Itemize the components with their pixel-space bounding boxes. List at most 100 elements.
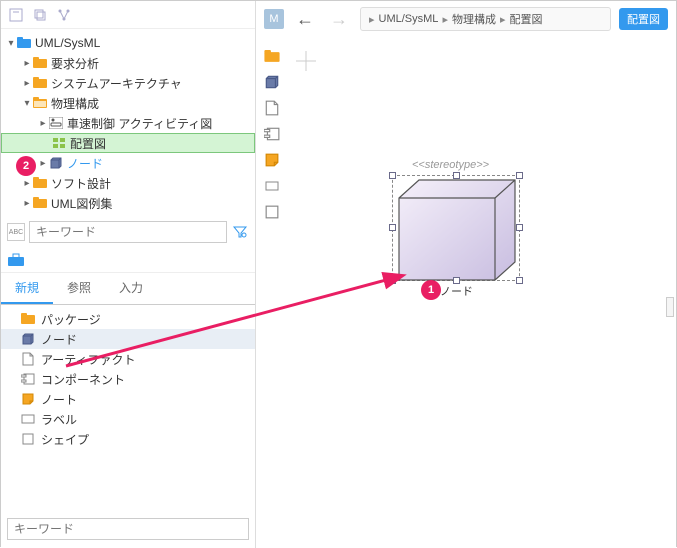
breadcrumb-item[interactable]: 物理構成 <box>452 11 496 27</box>
collapse-icon[interactable] <box>7 6 25 24</box>
tree-item-softdesign[interactable]: ▸ ソフト設計 <box>1 173 255 193</box>
palette-list: パッケージ ノード アーティファクト コンポーネント ノート <box>1 305 255 453</box>
palette-folder-icon[interactable] <box>262 47 282 65</box>
nav-back-icon[interactable]: ← <box>292 9 318 30</box>
left-toolbar <box>1 1 255 29</box>
palette-item-node[interactable]: ノード <box>1 329 255 349</box>
component-icon <box>21 372 35 386</box>
canvas-palette <box>262 47 286 221</box>
palette-tabs: 新規 参照 入力 <box>1 273 255 305</box>
document-icon <box>21 352 35 366</box>
tree-item-sysarch[interactable]: ▸ システムアーキテクチャ <box>1 73 255 93</box>
cuboid-icon <box>49 157 63 169</box>
mid-toolbar <box>1 247 255 273</box>
stereotype-label: <<stereotype>> <box>412 159 489 171</box>
tab-reference[interactable]: 参照 <box>53 273 105 304</box>
expander-icon[interactable]: ▾ <box>21 98 33 109</box>
expander-icon[interactable]: ▸ <box>21 178 33 189</box>
tree-search-input[interactable] <box>29 221 227 243</box>
palette-label: コンポーネント <box>41 371 125 388</box>
folder-icon <box>33 77 47 89</box>
palette-item-package[interactable]: パッケージ <box>1 309 255 329</box>
tree-item-node[interactable]: ▸ ノード <box>1 153 255 173</box>
label-icon <box>21 412 35 426</box>
tree-label: UML図例集 <box>51 195 112 212</box>
tab-new[interactable]: 新規 <box>1 273 53 304</box>
folder-icon <box>33 57 47 69</box>
palette-label-icon[interactable] <box>262 177 282 195</box>
callout-2: 2 <box>16 156 36 176</box>
breadcrumb-item[interactable]: 配置図 <box>510 11 543 27</box>
palette-item-shape[interactable]: シェイプ <box>1 429 255 449</box>
palette-label: アーティファクト <box>41 351 136 368</box>
shape-icon <box>21 432 35 446</box>
tree-item-physical[interactable]: ▾ 物理構成 <box>1 93 255 113</box>
tree-item-requirements[interactable]: ▸ 要求分析 <box>1 53 255 73</box>
canvas[interactable]: <<stereotype>> <box>256 37 676 548</box>
expander-icon[interactable]: ▸ <box>37 158 49 169</box>
filter-icon[interactable] <box>231 223 249 241</box>
breadcrumb-item[interactable]: UML/SysML <box>379 13 439 25</box>
node-shape[interactable]: <<stereotype>> <box>392 175 522 295</box>
palette-search-input[interactable] <box>7 518 249 540</box>
expander-icon[interactable]: ▸ <box>21 198 33 209</box>
palette-label: シェイプ <box>41 431 89 448</box>
diagram-type-badge[interactable]: 配置図 <box>619 8 668 30</box>
nav-forward-icon: → <box>326 9 352 30</box>
node-label: ノード <box>440 283 473 299</box>
tree-item-activity[interactable]: ▸ 車速制御 アクティビティ図 <box>1 113 255 133</box>
tree-item-examples[interactable]: ▸ UML図例集 <box>1 193 255 213</box>
tree-label: 物理構成 <box>51 95 99 112</box>
project-icon <box>17 37 31 49</box>
palette-item-label[interactable]: ラベル <box>1 409 255 429</box>
tree-label: ソフト設計 <box>51 175 111 192</box>
tab-input[interactable]: 入力 <box>105 273 157 304</box>
palette-shape-icon[interactable] <box>262 203 282 221</box>
palette-label: ラベル <box>41 411 77 428</box>
model-tree: ▾ UML/SysML ▸ 要求分析 ▸ システムアーキテクチャ ▾ 物理構成 … <box>1 29 255 217</box>
toolbox-icon[interactable] <box>7 251 25 269</box>
note-icon <box>21 392 35 406</box>
folder-icon <box>21 312 35 326</box>
deployment-icon <box>52 137 66 149</box>
palette-note-icon[interactable] <box>262 151 282 169</box>
expander-icon[interactable]: ▾ <box>5 38 17 49</box>
model-badge[interactable]: M <box>264 9 284 29</box>
tree-root-label: UML/SysML <box>35 36 100 50</box>
canvas-header: M ← → ▸ UML/SysML ▸ 物理構成 ▸ 配置図 配置図 <box>256 1 676 37</box>
abc-icon[interactable]: ABC <box>7 223 25 241</box>
tree-search: ABC <box>1 217 255 247</box>
callout-1: 1 <box>421 280 441 300</box>
tree-label: 車速制御 アクティビティ図 <box>67 115 212 132</box>
activity-icon <box>49 117 63 129</box>
folder-icon <box>33 177 47 189</box>
tree-label: システムアーキテクチャ <box>51 75 182 92</box>
expander-icon[interactable]: ▸ <box>21 78 33 89</box>
expander-icon[interactable]: ▸ <box>37 118 49 129</box>
folder-open-icon <box>33 97 47 109</box>
structure-icon[interactable] <box>55 6 73 24</box>
tree-label: 要求分析 <box>51 55 99 72</box>
palette-component-icon[interactable] <box>262 125 282 143</box>
palette-search <box>7 518 249 540</box>
palette-cuboid-icon[interactable] <box>262 73 282 91</box>
breadcrumb[interactable]: ▸ UML/SysML ▸ 物理構成 ▸ 配置図 <box>360 7 611 31</box>
tree-root[interactable]: ▾ UML/SysML <box>1 33 255 53</box>
crosshair-icon <box>296 51 316 71</box>
right-panel-handle[interactable] <box>666 297 674 317</box>
tree-label: 配置図 <box>70 135 106 152</box>
palette-label: ノード <box>41 331 77 348</box>
palette-document-icon[interactable] <box>262 99 282 117</box>
folder-icon <box>33 197 47 209</box>
palette-item-artifact[interactable]: アーティファクト <box>1 349 255 369</box>
expander-icon[interactable]: ▸ <box>21 58 33 69</box>
cuboid-shape <box>393 176 521 282</box>
copy-icon[interactable] <box>31 6 49 24</box>
tree-item-deployment[interactable]: 配置図 <box>1 133 255 153</box>
palette-item-note[interactable]: ノート <box>1 389 255 409</box>
tree-label: ノード <box>67 155 103 172</box>
cuboid-icon <box>21 332 35 346</box>
palette-label: パッケージ <box>41 311 101 328</box>
palette-item-component[interactable]: コンポーネント <box>1 369 255 389</box>
palette-label: ノート <box>41 391 77 408</box>
